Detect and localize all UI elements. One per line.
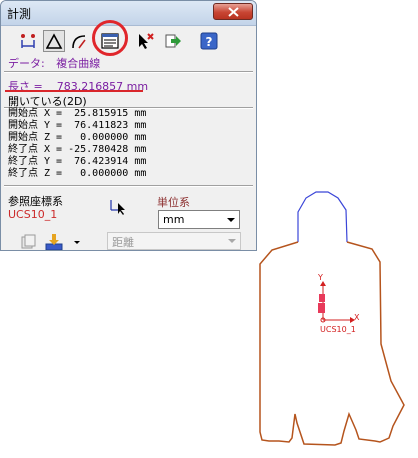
unit-label: 単位系 xyxy=(157,196,190,209)
unit-select[interactable]: mm xyxy=(158,210,240,229)
title-bar[interactable]: 計測 xyxy=(1,1,256,26)
chevron-down-icon xyxy=(74,241,80,244)
export-icon xyxy=(165,34,181,48)
ucs-pick-icon xyxy=(110,200,125,215)
coord-line: 終了点 Y = 76.423914 mm xyxy=(8,156,147,167)
coord-line: 開始点 Y = 76.411823 mm xyxy=(8,120,147,131)
measure-triangle-button[interactable] xyxy=(43,30,65,52)
reference-label: 参照座標系 xyxy=(8,195,63,208)
measure-dialog: 計測 ? データ: 複合曲線 長さ = 783.216857 mm 開いている(… xyxy=(0,0,257,251)
select-cancel-button[interactable] xyxy=(134,30,156,52)
close-icon xyxy=(228,7,239,17)
separator xyxy=(4,71,253,73)
toolbar: ? xyxy=(1,27,256,53)
coord-line: 開始点 X = 25.815915 mm xyxy=(8,108,147,119)
measure-triangle-icon xyxy=(46,33,63,49)
axis-x-label: X xyxy=(354,313,360,322)
svg-text:?: ? xyxy=(206,35,213,49)
red-underline xyxy=(5,90,143,92)
close-button[interactable] xyxy=(213,3,253,20)
unit-dropdown-arrow[interactable] xyxy=(223,211,239,228)
copy-icon xyxy=(21,234,36,249)
measure-angle-icon xyxy=(72,35,86,49)
distance-value: 距離 xyxy=(112,236,134,249)
coord-line: 終了点 Z = 0.000000 mm xyxy=(8,168,147,179)
ucs-axis-icon xyxy=(318,281,355,323)
save-button[interactable] xyxy=(44,232,64,250)
help-icon: ? xyxy=(200,32,218,50)
help-button[interactable]: ? xyxy=(198,30,220,52)
measure-distance-icon xyxy=(21,34,35,48)
unit-value: mm xyxy=(163,213,185,226)
measure-angle-button[interactable] xyxy=(69,30,91,52)
coordinates-list: 開始点 X = 25.815915 mm 開始点 Y = 76.411823 m… xyxy=(8,108,146,180)
download-icon xyxy=(45,234,63,250)
distance-dropdown-arrow[interactable] xyxy=(224,233,240,249)
ucs-canvas-label: UCS10_1 xyxy=(320,325,356,334)
data-value: 複合曲線 xyxy=(56,57,101,70)
measure-distance-button[interactable] xyxy=(17,30,39,52)
body-outline[interactable] xyxy=(259,241,405,446)
chevron-down-icon xyxy=(228,239,236,243)
distance-select[interactable]: 距離 xyxy=(107,232,241,250)
axis-y-label: Y xyxy=(318,273,323,282)
export-button[interactable] xyxy=(162,30,184,52)
highlight-circle xyxy=(92,20,128,56)
copy-button[interactable] xyxy=(19,232,39,250)
ucs-pick-button[interactable] xyxy=(108,197,128,215)
separator xyxy=(4,185,253,187)
ucs-name: UCS10_1 xyxy=(8,208,58,221)
select-cancel-icon xyxy=(139,33,154,49)
coord-line: 開始点 Z = 0.000000 mm xyxy=(8,132,147,143)
save-options-dropdown[interactable] xyxy=(72,232,92,250)
data-row: データ: 複合曲線 xyxy=(8,55,100,71)
selected-curve[interactable] xyxy=(297,191,348,243)
chevron-down-icon xyxy=(227,218,235,222)
coord-line: 終了点 X = -25.780428 mm xyxy=(8,144,147,155)
window-title: 計測 xyxy=(7,7,32,21)
data-label: データ: xyxy=(8,57,45,70)
